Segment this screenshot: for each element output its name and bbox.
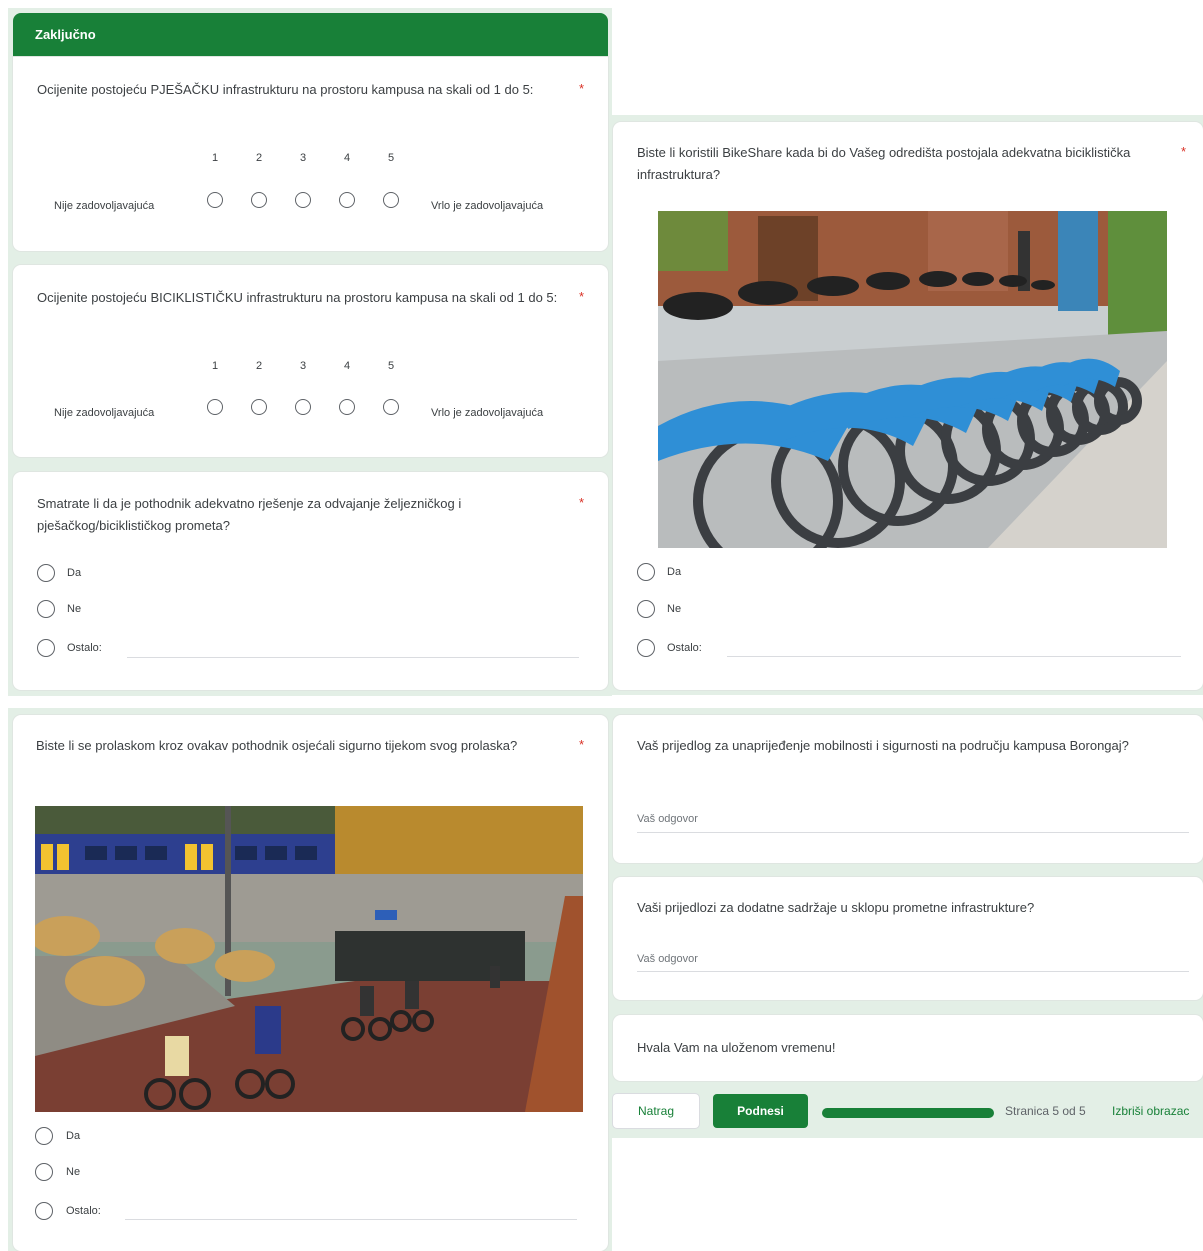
- answer-placeholder: Vaš odgovor: [637, 813, 698, 825]
- scale-radio-4[interactable]: [339, 192, 355, 208]
- question-card-pedestrian: Ocijenite postojeću PJEŠAČKU infrastrukt…: [13, 57, 608, 251]
- page-indicator: Stranica 5 od 5: [1005, 1104, 1086, 1118]
- scale-number: 1: [211, 152, 219, 164]
- option-label: Ne: [67, 603, 82, 615]
- scale-radio-5[interactable]: [383, 399, 399, 415]
- question-text: Biste li se prolaskom kroz ovakav pothod…: [36, 738, 518, 753]
- option-radio-ostalo[interactable]: [37, 639, 55, 657]
- question-text: Vaš prijedlog za unaprijeđenje mobilnost…: [637, 738, 1129, 753]
- submit-button[interactable]: Podnesi: [713, 1094, 808, 1128]
- section-header: Zaključno: [13, 13, 608, 57]
- scale-number: 5: [387, 152, 395, 164]
- scale-number: 3: [299, 360, 307, 372]
- question-text: Ocijenite postojeću PJEŠAČKU infrastrukt…: [37, 82, 534, 97]
- scale-number: 5: [387, 360, 395, 372]
- scale-radio-1[interactable]: [207, 192, 223, 208]
- other-text-field[interactable]: [125, 1219, 577, 1220]
- scale-low-label: Nije zadovoljavajuća: [54, 407, 155, 419]
- bikeshare-photo: [658, 211, 1167, 548]
- thanks-text: Hvala Vam na uloženom vremenu!: [637, 1040, 836, 1055]
- option-radio-da[interactable]: [35, 1127, 53, 1145]
- option-radio-da[interactable]: [37, 564, 55, 582]
- other-text-field[interactable]: [127, 657, 579, 658]
- scale-radio-3[interactable]: [295, 192, 311, 208]
- option-radio-ne[interactable]: [37, 600, 55, 618]
- option-label: Ostalo:: [667, 642, 702, 654]
- question-card-bikeshare: Biste li koristili BikeShare kada bi do …: [613, 122, 1203, 690]
- other-text-field[interactable]: [727, 656, 1181, 657]
- option-radio-da[interactable]: [637, 563, 655, 581]
- underpass-illustration: [35, 806, 583, 1112]
- option-label: Da: [67, 567, 82, 579]
- scale-number: 2: [255, 152, 263, 164]
- answer-input[interactable]: [637, 832, 1189, 833]
- option-label: Ostalo:: [67, 642, 102, 654]
- required-asterisk: *: [579, 81, 585, 96]
- scale-high-label: Vrlo je zadovoljavajuća: [431, 200, 544, 212]
- scale-radio-2[interactable]: [251, 192, 267, 208]
- required-asterisk: *: [579, 737, 585, 752]
- underpass-photo: [35, 806, 583, 1112]
- scale-number: 4: [343, 360, 351, 372]
- scale-number: 1: [211, 360, 219, 372]
- scale-number: 4: [343, 152, 351, 164]
- clear-form-link[interactable]: Izbriši obrazac: [1112, 1104, 1189, 1118]
- option-label: Ne: [66, 1166, 81, 1178]
- scale-radio-4[interactable]: [339, 399, 355, 415]
- question-text: Biste li koristili BikeShare kada bi do …: [637, 145, 1131, 182]
- scale-radio-5[interactable]: [383, 192, 399, 208]
- question-text: Ocijenite postojeću BICIKLISTIČKU infras…: [37, 290, 558, 305]
- option-radio-ostalo[interactable]: [637, 639, 655, 657]
- question-card-underpass: Smatrate li da je pothodnik adekvatno rj…: [13, 472, 608, 690]
- question-card-mobility-suggestion: Vaš prijedlog za unaprijeđenje mobilnost…: [613, 715, 1203, 863]
- option-label: Ne: [667, 603, 682, 615]
- option-radio-ostalo[interactable]: [35, 1202, 53, 1220]
- scale-radio-3[interactable]: [295, 399, 311, 415]
- bikeshare-illustration: [658, 211, 1167, 548]
- scale-high-label: Vrlo je zadovoljavajuća: [431, 407, 544, 419]
- scale-radio-2[interactable]: [251, 399, 267, 415]
- required-asterisk: *: [1181, 144, 1187, 159]
- question-text: Vaši prijedlozi za dodatne sadržaje u sk…: [637, 900, 1035, 915]
- option-label: Da: [667, 566, 682, 578]
- section-title: Zaključno: [35, 27, 96, 42]
- scale-low-label: Nije zadovoljavajuća: [54, 200, 155, 212]
- answer-placeholder: Vaš odgovor: [637, 953, 698, 965]
- option-label: Ostalo:: [66, 1205, 101, 1217]
- question-card-cycling: Ocijenite postojeću BICIKLISTIČKU infras…: [13, 265, 608, 457]
- answer-input[interactable]: [637, 971, 1189, 972]
- option-radio-ne[interactable]: [637, 600, 655, 618]
- progress-bar: [822, 1108, 994, 1118]
- question-card-safety: Biste li se prolaskom kroz ovakav pothod…: [13, 715, 608, 1251]
- question-card-additional-suggestions: Vaši prijedlozi za dodatne sadržaje u sk…: [613, 877, 1203, 1000]
- scale-number: 3: [299, 152, 307, 164]
- option-label: Da: [66, 1130, 81, 1142]
- scale-radio-1[interactable]: [207, 399, 223, 415]
- question-text: Smatrate li da je pothodnik adekvatno rj…: [37, 496, 462, 533]
- thanks-card: Hvala Vam na uloženom vremenu!: [613, 1015, 1203, 1081]
- option-radio-ne[interactable]: [35, 1163, 53, 1181]
- required-asterisk: *: [579, 495, 585, 510]
- scale-number: 2: [255, 360, 263, 372]
- back-button[interactable]: Natrag: [613, 1094, 699, 1128]
- required-asterisk: *: [579, 289, 585, 304]
